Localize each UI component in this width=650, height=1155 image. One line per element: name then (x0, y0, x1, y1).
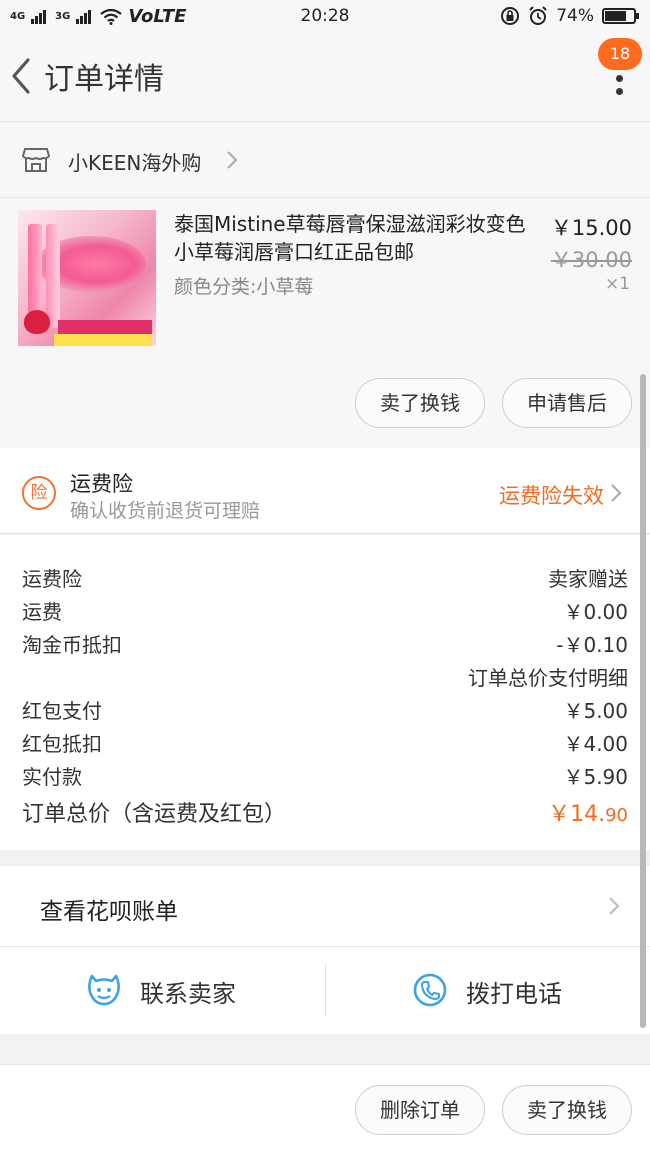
product-quantity: ×1 (604, 274, 630, 294)
shop-row[interactable]: 小KEEN海外购 (0, 123, 650, 198)
store-icon (22, 148, 50, 172)
order-total-cents: 90 (605, 805, 628, 826)
rotation-lock-icon (501, 7, 520, 25)
call-phone-label[interactable]: 拨打电话 (466, 974, 562, 1009)
battery-icon (602, 8, 639, 24)
phone-icon (413, 973, 447, 1007)
fee-label: 淘金币抵扣 (22, 633, 122, 657)
chevron-right-icon (609, 897, 620, 915)
order-total-label: 订单总价（含运费及红包） (22, 802, 287, 827)
chevron-right-icon (611, 484, 622, 502)
service-card: 查看花呗账单 联系卖家 拨打电话 (0, 866, 650, 1034)
fee-value: ￥0.00 (563, 600, 628, 624)
insurance-subtitle: 确认收货前退货可理赔 (70, 500, 261, 522)
fee-label: 实付款 (22, 765, 82, 789)
contact-seller-button[interactable]: 联系卖家 (0, 948, 325, 1034)
product-thumbnail[interactable] (18, 210, 156, 346)
payment-detail-heading: 订单总价支付明细 (468, 666, 628, 690)
fee-value: -￥0.10 (556, 633, 628, 657)
fee-value: ￥4.00 (563, 732, 628, 756)
huabei-bill-label[interactable]: 查看花呗账单 (40, 892, 178, 926)
order-item[interactable]: 泰国Mistine草莓唇膏保湿滋润彩妆变色小草莓润唇膏口红正品包邮 颜色分类:小… (0, 198, 650, 448)
back-arrow-icon[interactable] (8, 56, 36, 96)
fee-breakdown: 运费险 卖家赠送 运费 ￥0.00 淘金币抵扣 -￥0.10 订单总价支付明细 红包支… (0, 535, 650, 850)
scrollbar[interactable] (640, 374, 646, 1028)
bottom-action-bar: 删除订单 卖了换钱 (0, 1064, 650, 1155)
status-bar: 4G 3G VoLTE 20:28 74% (0, 0, 650, 34)
notification-badge: 18 (598, 38, 642, 70)
fee-row: 实付款 ￥5.90 (22, 761, 628, 791)
battery-percent: 74% (556, 6, 594, 26)
fee-label: 运费 (22, 600, 62, 624)
fee-row: 红包抵扣 ￥4.00 (22, 728, 628, 758)
fee-label: 红包支付 (22, 699, 102, 723)
fee-row: 运费 ￥0.00 (22, 596, 628, 626)
order-total-row: 订单总价（含运费及红包） ￥14.90 (22, 796, 628, 828)
fee-row: 运费险 卖家赠送 (22, 563, 628, 593)
shipping-insurance-row[interactable]: 险 运费险 确认收货前退货可理赔 运费险失效 (0, 448, 650, 534)
fee-label: 红包抵扣 (22, 732, 102, 756)
product-price: ￥15.00 (550, 216, 632, 240)
fee-row: 订单总价支付明细 (22, 662, 628, 692)
order-total-value: ￥14.90 (548, 796, 628, 828)
fee-row: 淘金币抵扣 -￥0.10 (22, 629, 628, 659)
chevron-right-icon (227, 151, 238, 169)
product-original-price: ￥30.00 (550, 248, 632, 272)
resell-button[interactable]: 卖了换钱 (355, 378, 485, 428)
chat-bubble-icon (88, 974, 120, 1006)
product-title[interactable]: 泰国Mistine草莓唇膏保湿滋润彩妆变色小草莓润唇膏口红正品包邮 (174, 210, 534, 266)
navigation-header: 订单详情 18 (0, 34, 650, 122)
order-total-main: ￥14. (548, 802, 606, 827)
insurance-title: 运费险 (70, 472, 133, 496)
contact-seller-label[interactable]: 联系卖家 (140, 974, 236, 1009)
fee-value: ￥5.90 (563, 765, 628, 789)
after-sales-button[interactable]: 申请售后 (502, 378, 632, 428)
fee-row: 红包支付 ￥5.00 (22, 695, 628, 725)
shop-name[interactable]: 小KEEN海外购 (68, 147, 201, 176)
product-spec: 颜色分类:小草莓 (174, 276, 314, 298)
insurance-status[interactable]: 运费险失效 (499, 480, 604, 510)
insurance-icon: 险 (22, 476, 56, 510)
delete-order-button[interactable]: 删除订单 (355, 1085, 485, 1135)
page-title: 订单详情 (44, 62, 164, 97)
fee-value: 卖家赠送 (548, 567, 628, 591)
call-phone-button[interactable]: 拨打电话 (326, 948, 650, 1034)
resell-button-bottom[interactable]: 卖了换钱 (502, 1085, 632, 1135)
huabei-bill-row[interactable]: 查看花呗账单 (0, 866, 650, 947)
fee-label: 运费险 (22, 567, 82, 591)
alarm-icon (529, 6, 547, 25)
fee-value: ￥5.00 (563, 699, 628, 723)
